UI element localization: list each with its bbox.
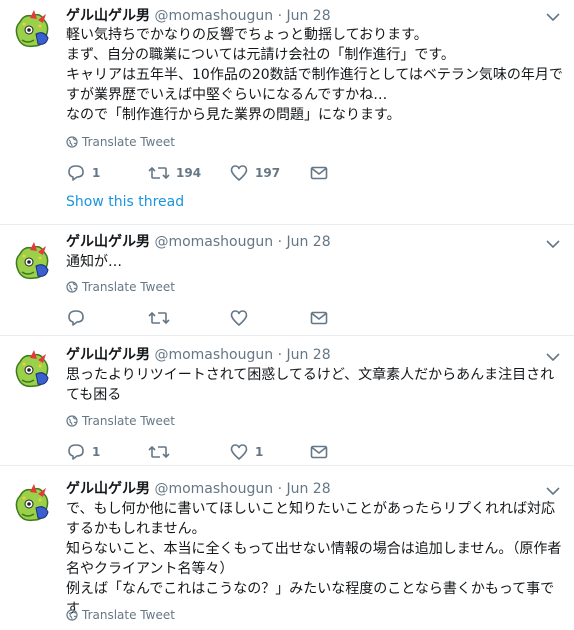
chevron-down-icon[interactable] (546, 12, 560, 22)
tweet-text: 思ったよりリツイートされて困惑してるけど、文章素人だからあんま注目されても困る (66, 367, 555, 403)
like-count: 197 (255, 166, 281, 180)
reply-button[interactable] (66, 308, 92, 328)
separator-dot: · (277, 347, 283, 363)
tweet-date[interactable]: Jun 28 (286, 8, 330, 24)
reply-icon (66, 442, 86, 462)
envelope-icon (309, 163, 329, 183)
retweet-button[interactable] (148, 308, 176, 328)
tweet-text: 軽い気持ちでかなりの反響でちょっと動揺しております。 まず、自分の職業については… (66, 27, 563, 123)
tweet-3[interactable]: ゲル山ゲル男 @momashougun · Jun 28 思ったよりリツイートさ… (0, 336, 574, 466)
direct-message-button[interactable] (309, 308, 329, 328)
heart-icon (229, 308, 249, 328)
avatar-mascot-icon[interactable] (10, 482, 54, 526)
avatar-mascot-icon[interactable] (10, 8, 54, 52)
like-button[interactable] (229, 308, 255, 328)
user-handle[interactable]: @momashougun (154, 8, 273, 24)
retweet-button[interactable]: 194 (148, 163, 201, 183)
reply-count: 1 (92, 166, 101, 180)
separator-dot: · (277, 234, 283, 250)
translate-tweet-link[interactable]: Translate Tweet (66, 413, 175, 429)
display-name[interactable]: ゲル山ゲル男 (66, 234, 150, 250)
tweet-date[interactable]: Jun 28 (286, 481, 330, 497)
direct-message-button[interactable] (309, 163, 329, 183)
like-button[interactable]: 197 (229, 163, 280, 183)
translate-tweet-link[interactable]: Translate Tweet (66, 279, 175, 295)
retweet-button[interactable] (148, 442, 176, 462)
like-count: 1 (255, 445, 264, 459)
display-name[interactable]: ゲル山ゲル男 (66, 8, 150, 24)
translate-label: Translate Tweet (82, 414, 175, 428)
display-name[interactable]: ゲル山ゲル男 (66, 347, 150, 363)
translate-tweet-link[interactable]: Translate Tweet (66, 607, 175, 623)
avatar-mascot-icon[interactable] (10, 240, 54, 284)
retweet-icon (148, 308, 170, 328)
chevron-down-icon[interactable] (546, 352, 560, 362)
direct-message-button[interactable] (309, 442, 329, 462)
user-handle[interactable]: @momashougun (154, 234, 273, 250)
reply-count: 1 (92, 445, 101, 459)
reply-button[interactable]: 1 (66, 163, 100, 183)
translate-label: Translate Tweet (82, 280, 175, 294)
tweet-date[interactable]: Jun 28 (286, 347, 330, 363)
separator-dot: · (277, 8, 283, 24)
chevron-down-icon[interactable] (546, 486, 560, 496)
tweet-text: で、もし何か他に書いてほしいこと知りたいことがあったらリプくれれば対応するかもし… (66, 501, 562, 617)
globe-icon (66, 609, 78, 621)
tweet-1[interactable]: ゲル山ゲル男 @momashougun · Jun 28 軽い気持ちでかなりの反… (0, 0, 574, 225)
tweet-header: ゲル山ゲル男 @momashougun · Jun 28 (66, 233, 331, 251)
globe-icon (66, 281, 78, 293)
translate-tweet-link[interactable]: Translate Tweet (66, 134, 175, 150)
display-name[interactable]: ゲル山ゲル男 (66, 481, 150, 497)
retweet-count: 194 (176, 166, 202, 180)
globe-icon (66, 136, 78, 148)
envelope-icon (309, 308, 329, 328)
tweet-text: 通知が… (66, 254, 122, 270)
user-handle[interactable]: @momashougun (154, 481, 273, 497)
like-button[interactable]: 1 (229, 442, 263, 462)
reply-button[interactable]: 1 (66, 442, 100, 462)
show-thread-link[interactable]: Show this thread (66, 194, 184, 210)
separator-dot: · (277, 481, 283, 497)
translate-label: Translate Tweet (82, 608, 175, 622)
heart-icon (229, 442, 249, 462)
retweet-icon (148, 163, 170, 183)
tweet-date[interactable]: Jun 28 (286, 234, 330, 250)
chevron-down-icon[interactable] (546, 239, 560, 249)
heart-icon (229, 163, 249, 183)
envelope-icon (309, 442, 329, 462)
globe-icon (66, 415, 78, 427)
tweet-header: ゲル山ゲル男 @momashougun · Jun 28 (66, 346, 331, 364)
tweet-4[interactable]: ゲル山ゲル男 @momashougun · Jun 28 で、もし何か他に書いて… (0, 466, 574, 630)
reply-icon (66, 163, 86, 183)
avatar-mascot-icon[interactable] (10, 348, 54, 392)
user-handle[interactable]: @momashougun (154, 347, 273, 363)
tweet-header: ゲル山ゲル男 @momashougun · Jun 28 (66, 480, 331, 498)
translate-label: Translate Tweet (82, 135, 175, 149)
tweet-2[interactable]: ゲル山ゲル男 @momashougun · Jun 28 通知が… Transl… (0, 225, 574, 336)
reply-icon (66, 308, 86, 328)
tweet-header: ゲル山ゲル男 @momashougun · Jun 28 (66, 7, 331, 25)
retweet-icon (148, 442, 170, 462)
